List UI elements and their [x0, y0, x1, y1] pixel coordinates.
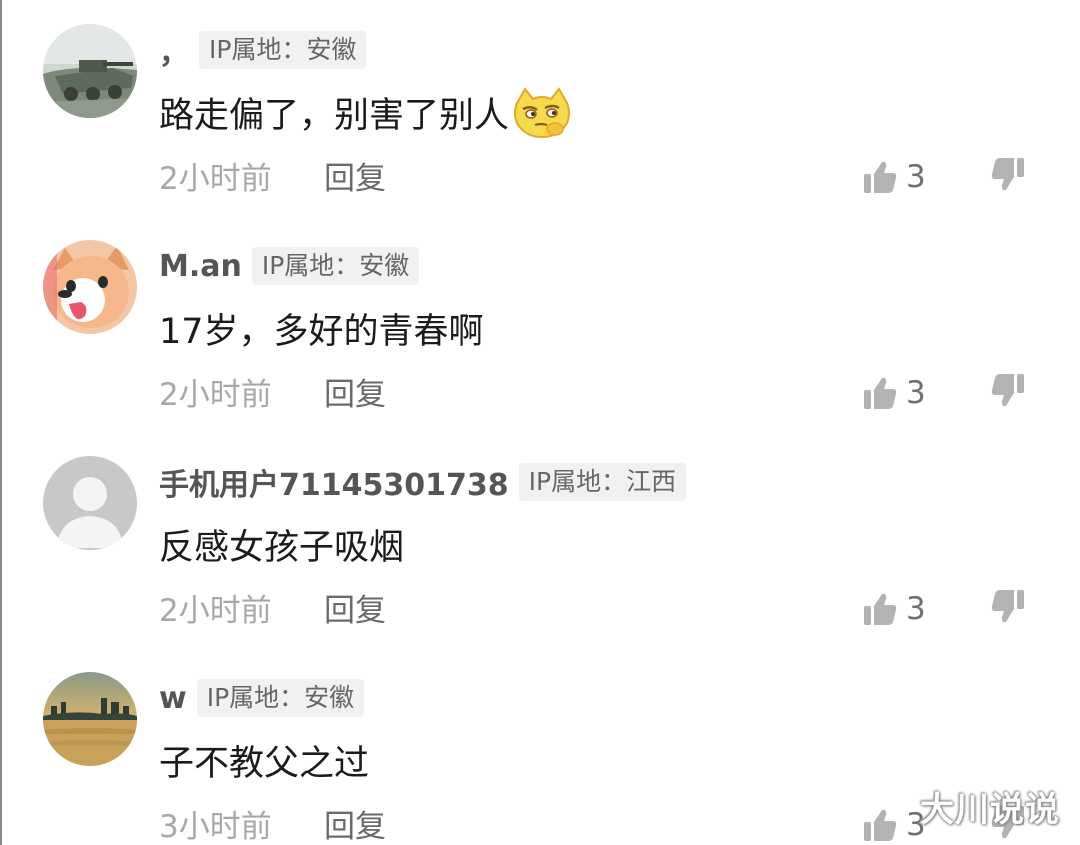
ip-location-badge: IP属地：安徽 [251, 247, 420, 285]
comment-item: 手机用户71145301738 IP属地：江西 反感女孩子吸烟 2小时前 回复 … [0, 432, 1080, 648]
watermark-text: 大川说说 [920, 790, 1060, 830]
comment-meta: 2小时前 回复 [159, 582, 386, 632]
reply-button[interactable]: 回复 [324, 153, 386, 198]
dislike-button[interactable] [990, 372, 1026, 410]
thumbs-up-icon [864, 593, 897, 625]
sunset-skyline-avatar-image [43, 672, 137, 766]
reply-button[interactable]: 回复 [324, 801, 386, 845]
comment-body: 反感女孩子吸烟 [159, 527, 405, 568]
like-button[interactable]: 3 [862, 803, 926, 845]
comment-body: 路走偏了，别害了别人 [159, 95, 510, 136]
comment-header: M.an IP属地：安徽 [159, 246, 420, 286]
comment-meta: 2小时前 回复 [159, 150, 386, 200]
timestamp: 3小时前 [159, 808, 272, 845]
comment-text: 路走偏了，别害了别人 [159, 84, 573, 140]
thumbs-down-icon [991, 374, 1024, 407]
cartoon-dog-avatar-image [43, 240, 137, 334]
comment-text: 17岁，多好的青春啊 [159, 300, 484, 356]
timestamp: 2小时前 [159, 160, 272, 197]
like-button[interactable]: 3 [862, 371, 926, 415]
comment-meta: 2小时前 回复 [159, 366, 386, 416]
timestamp: 2小时前 [159, 592, 272, 629]
comment-item: ， IP属地：安徽 路走偏了，别害了别人 2小时前 回复 3 [0, 0, 1080, 216]
like-button[interactable]: 3 [862, 587, 926, 631]
comment-list-page: ， IP属地：安徽 路走偏了，别害了别人 2小时前 回复 3 M.an IP属地… [0, 0, 1080, 845]
avatar[interactable] [43, 240, 137, 334]
reply-button[interactable]: 回复 [324, 369, 386, 414]
username[interactable]: M.an [159, 249, 242, 284]
military-vehicle-avatar-image [43, 24, 137, 118]
comment-header: ， IP属地：安徽 [159, 28, 367, 72]
comment-item: M.an IP属地：安徽 17岁，多好的青春啊 2小时前 回复 3 [0, 216, 1080, 432]
ip-location-badge: IP属地：安徽 [196, 679, 365, 717]
comment-item: w IP属地：安徽 子不教父之过 3小时前 回复 3 [0, 648, 1080, 845]
thinking-cat-emoji-icon [511, 83, 573, 141]
thumbs-down-icon [991, 590, 1024, 623]
dislike-button[interactable] [990, 156, 1026, 194]
username[interactable]: w [159, 681, 187, 716]
default-user-avatar-image [43, 456, 137, 550]
like-count: 3 [906, 375, 926, 411]
username[interactable]: ， [159, 28, 189, 72]
comment-header: 手机用户71145301738 IP属地：江西 [159, 460, 687, 504]
like-button[interactable]: 3 [862, 155, 926, 199]
like-count: 3 [906, 159, 926, 195]
comment-body: 17岁，多好的青春啊 [159, 311, 484, 352]
comment-header: w IP属地：安徽 [159, 678, 365, 718]
comment-text: 子不教父之过 [159, 732, 369, 788]
thumbs-up-icon [864, 377, 897, 409]
username[interactable]: 手机用户71145301738 [159, 460, 509, 504]
avatar[interactable] [43, 24, 137, 118]
avatar[interactable] [43, 456, 137, 550]
timestamp: 2小时前 [159, 376, 272, 413]
comment-meta: 3小时前 回复 [159, 798, 386, 845]
ip-location-badge: IP属地：安徽 [199, 31, 367, 69]
ip-location-badge: IP属地：江西 [518, 463, 687, 501]
thumbs-down-icon [991, 158, 1024, 191]
dislike-button[interactable] [990, 588, 1026, 626]
reply-button[interactable]: 回复 [324, 585, 386, 630]
avatar[interactable] [43, 672, 137, 766]
comment-text: 反感女孩子吸烟 [159, 516, 404, 572]
like-count: 3 [906, 591, 926, 627]
thumbs-up-icon [864, 809, 897, 841]
thumbs-up-icon [864, 161, 897, 193]
comment-body: 子不教父之过 [159, 743, 370, 784]
